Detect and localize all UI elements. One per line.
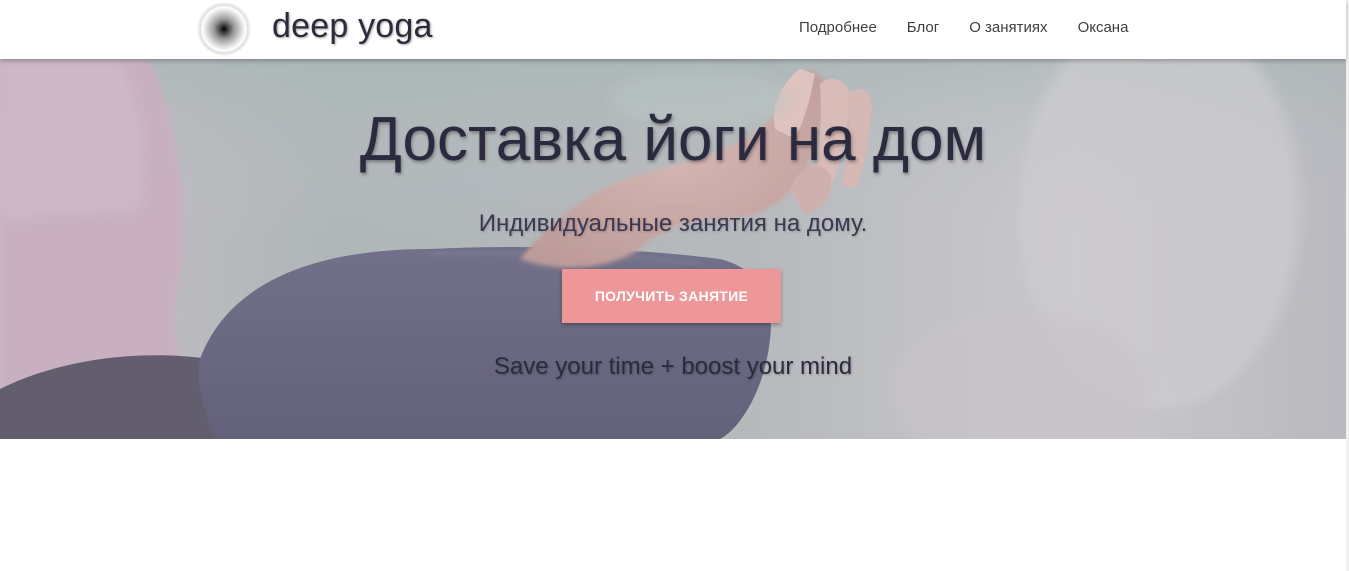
- nav-item-oksana[interactable]: Оксана: [1063, 0, 1144, 55]
- nav-item-details[interactable]: Подробнее: [784, 0, 892, 55]
- hero-tagline: Save your time + boost your mind: [493, 353, 853, 380]
- hero-title: Доставка йоги на дом: [359, 105, 987, 174]
- brand-name[interactable]: deep yoga: [272, 6, 433, 46]
- top-navbar: deep yoga Подробнее Блог О занятиях Окса…: [0, 0, 1346, 59]
- hero-subtitle: Индивидуальные занятия на дому.: [478, 210, 868, 237]
- hero-section: Доставка йоги на дом Индивидуальные заня…: [0, 59, 1346, 439]
- get-class-button[interactable]: ПОЛУЧИТЬ ЗАНЯТИЕ: [562, 269, 781, 323]
- nav-item-blog[interactable]: Блог: [892, 0, 954, 55]
- nav-item-about-classes[interactable]: О занятиях: [954, 0, 1062, 55]
- logo-icon[interactable]: [199, 4, 249, 54]
- main-nav: Подробнее Блог О занятиях Оксана: [784, 0, 1143, 55]
